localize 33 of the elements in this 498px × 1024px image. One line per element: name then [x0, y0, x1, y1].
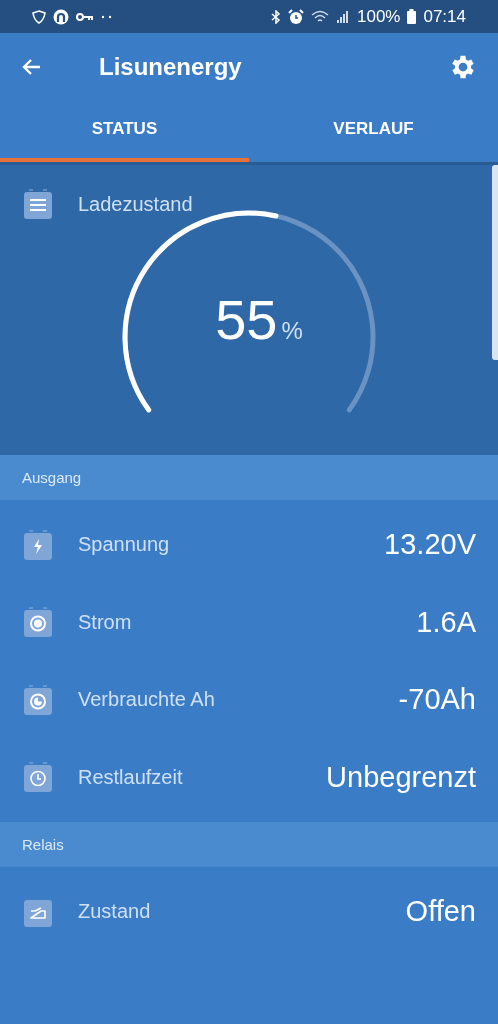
- key-icon: [76, 11, 94, 22]
- bluetooth-icon: [270, 9, 281, 24]
- battery-percent: 100%: [356, 6, 401, 27]
- row-label: Zustand: [78, 900, 151, 924]
- gauge-icon: [24, 684, 52, 715]
- gauge-label: Ladezustand: [78, 192, 193, 216]
- clock-icon: [24, 762, 52, 793]
- scrollbar[interactable]: [492, 165, 498, 360]
- wifi-icon: [310, 9, 329, 24]
- more-icon: [101, 14, 113, 19]
- tab[interactable]: VERLAUF: [249, 100, 498, 162]
- section-header: Ausgang: [0, 455, 498, 500]
- row-value: 13.20V: [384, 528, 476, 562]
- row-label: Restlaufzeit: [78, 765, 183, 789]
- alarm-icon: [287, 8, 304, 25]
- list-icon: [24, 189, 52, 219]
- shield-icon: [32, 9, 46, 24]
- row-value: Offen: [405, 895, 476, 929]
- row-value: Unbegrenzt: [326, 760, 476, 794]
- battery-icon: [407, 9, 417, 24]
- row-label: Verbrauchte Ah: [78, 688, 215, 712]
- charge-value: 55: [215, 287, 278, 352]
- target-icon: [24, 607, 52, 638]
- bolt-icon: [24, 529, 52, 560]
- row-label: Spannung: [78, 533, 170, 557]
- clock-time: 07:14: [423, 6, 466, 27]
- signal-icon: [335, 9, 350, 24]
- row-label: Strom: [78, 610, 132, 634]
- row-value: 1.6A: [416, 605, 476, 639]
- charge-unit: %: [281, 317, 303, 345]
- app-title: Lisunenergy: [99, 52, 243, 81]
- row-value: -70Ah: [398, 683, 476, 717]
- section-header: Relais: [0, 822, 498, 867]
